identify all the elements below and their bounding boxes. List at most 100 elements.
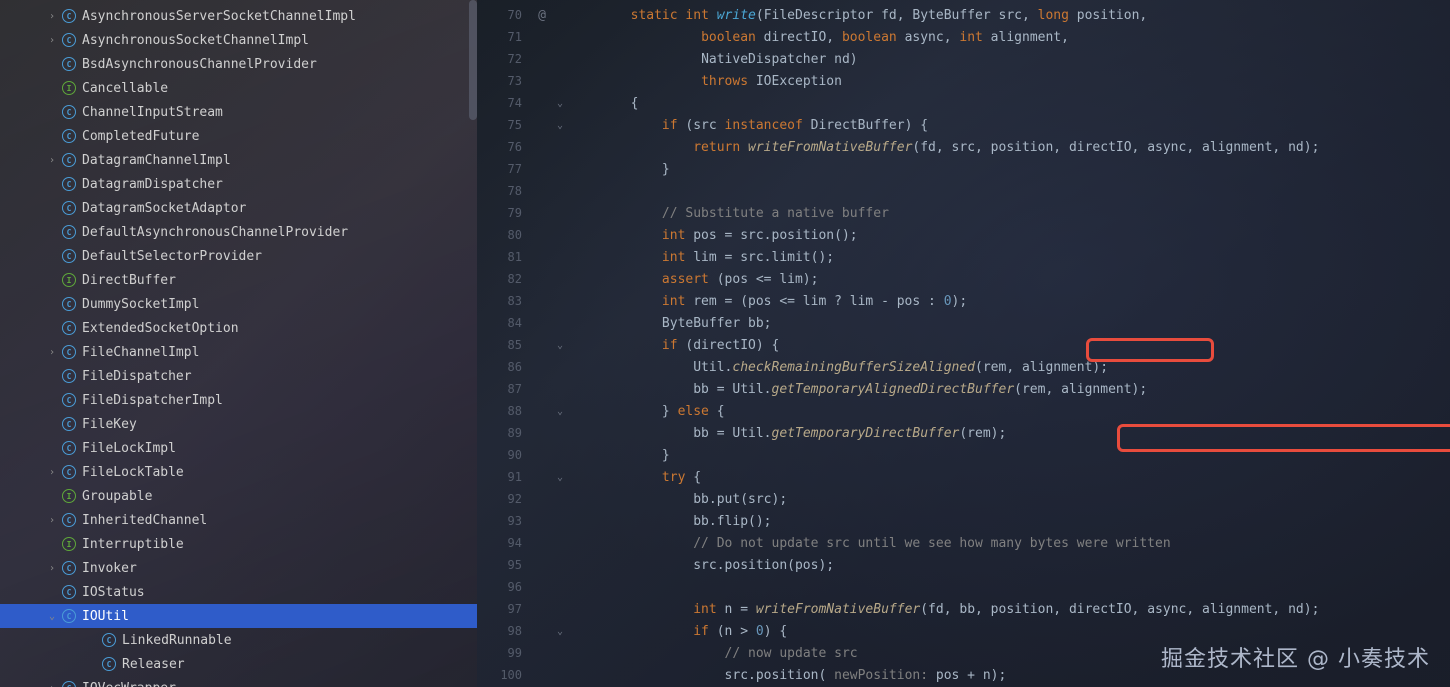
tree-item-AsynchronousSocketChannelImpl[interactable]: ›CAsynchronousSocketChannelImpl [0,28,477,52]
tree-item-Releaser[interactable]: ›CReleaser [0,652,477,676]
code-text[interactable]: bb = Util.getTemporaryAlignedDirectBuffe… [568,382,1450,397]
fold-icon[interactable]: ⌄ [552,406,568,417]
code-line[interactable]: 83 int rem = (pos <= lim ? lim - pos : 0… [477,290,1450,312]
code-line[interactable]: 97 int n = writeFromNativeBuffer(fd, bb,… [477,598,1450,620]
code-line[interactable]: 91⌄ try { [477,466,1450,488]
code-text[interactable]: { [568,96,1450,111]
code-line[interactable]: 94 // Do not update src until we see how… [477,532,1450,554]
code-line[interactable]: 86 Util.checkRemainingBufferSizeAligned(… [477,356,1450,378]
code-line[interactable]: 85⌄ if (directIO) { [477,334,1450,356]
fold-icon[interactable]: ⌄ [552,340,568,351]
chevron-right-icon[interactable]: › [42,515,62,526]
tree-item-AsynchronousServerSocketChannelImpl[interactable]: ›CAsynchronousServerSocketChannelImpl [0,4,477,28]
tree-item-DefaultSelectorProvider[interactable]: ›CDefaultSelectorProvider [0,244,477,268]
code-text[interactable]: // now update src [568,646,1450,661]
code-line[interactable]: 89 bb = Util.getTemporaryDirectBuffer(re… [477,422,1450,444]
code-line[interactable]: 73 throws IOException [477,70,1450,92]
tree-item-Groupable[interactable]: ›IGroupable [0,484,477,508]
code-line[interactable]: 70@ static int write(FileDescriptor fd, … [477,4,1450,26]
tree-item-Cancellable[interactable]: ›ICancellable [0,76,477,100]
code-text[interactable]: if (n > 0) { [568,624,1450,639]
code-line[interactable]: 99 // now update src [477,642,1450,664]
code-text[interactable]: src.position(pos); [568,558,1450,573]
chevron-right-icon[interactable]: › [42,683,62,687]
tree-item-ChannelInputStream[interactable]: ›CChannelInputStream [0,100,477,124]
code-text[interactable]: return writeFromNativeBuffer(fd, src, po… [568,140,1450,155]
tree-item-FileLockImpl[interactable]: ›CFileLockImpl [0,436,477,460]
code-text[interactable]: } [568,162,1450,177]
code-line[interactable]: 77 } [477,158,1450,180]
code-text[interactable]: int pos = src.position(); [568,228,1450,243]
code-text[interactable]: src.position( newPosition: pos + n); [568,668,1450,683]
chevron-right-icon[interactable]: › [42,35,62,46]
fold-icon[interactable]: ⌄ [552,98,568,109]
code-line[interactable]: 96 [477,576,1450,598]
project-tree-sidebar[interactable]: ›CAsynchronousServerSocketChannelImpl›CA… [0,0,477,687]
tree-item-ExtendedSocketOption[interactable]: ›CExtendedSocketOption [0,316,477,340]
tree-item-DummySocketImpl[interactable]: ›CDummySocketImpl [0,292,477,316]
code-text[interactable]: boolean directIO, boolean async, int ali… [568,30,1450,45]
tree-item-IOVecWrapper[interactable]: ›CIOVecWrapper [0,676,477,687]
code-line[interactable]: 100 src.position( newPosition: pos + n); [477,664,1450,686]
code-editor[interactable]: 70@ static int write(FileDescriptor fd, … [477,0,1450,687]
tree-item-Invoker[interactable]: ›CInvoker [0,556,477,580]
tree-item-DatagramChannelImpl[interactable]: ›CDatagramChannelImpl [0,148,477,172]
code-text[interactable]: bb = Util.getTemporaryDirectBuffer(rem); [568,426,1450,441]
chevron-right-icon[interactable]: › [42,347,62,358]
tree-item-IOUtil[interactable]: ⌄CIOUtil [0,604,477,628]
code-line[interactable]: 72 NativeDispatcher nd) [477,48,1450,70]
code-line[interactable]: 93 bb.flip(); [477,510,1450,532]
chevron-right-icon[interactable]: › [42,155,62,166]
tree-item-LinkedRunnable[interactable]: ›CLinkedRunnable [0,628,477,652]
code-line[interactable]: 87 bb = Util.getTemporaryAlignedDirectBu… [477,378,1450,400]
tree-item-DatagramSocketAdaptor[interactable]: ›CDatagramSocketAdaptor [0,196,477,220]
code-text[interactable]: if (directIO) { [568,338,1450,353]
code-line[interactable]: 74⌄ { [477,92,1450,114]
code-text[interactable]: try { [568,470,1450,485]
fold-icon[interactable]: ⌄ [552,472,568,483]
tree-item-InheritedChannel[interactable]: ›CInheritedChannel [0,508,477,532]
chevron-right-icon[interactable]: › [42,467,62,478]
chevron-down-icon[interactable]: ⌄ [42,611,62,622]
code-text[interactable]: assert (pos <= lim); [568,272,1450,287]
code-line[interactable]: 71 boolean directIO, boolean async, int … [477,26,1450,48]
code-line[interactable]: 88⌄ } else { [477,400,1450,422]
code-line[interactable]: 80 int pos = src.position(); [477,224,1450,246]
code-text[interactable]: NativeDispatcher nd) [568,52,1450,67]
code-text[interactable]: // Do not update src until we see how ma… [568,536,1450,551]
code-line[interactable]: 75⌄ if (src instanceof DirectBuffer) { [477,114,1450,136]
code-text[interactable]: int n = writeFromNativeBuffer(fd, bb, po… [568,602,1450,617]
code-text[interactable]: bb.flip(); [568,514,1450,529]
code-text[interactable]: throws IOException [568,74,1450,89]
code-text[interactable]: Util.checkRemainingBufferSizeAligned(rem… [568,360,1450,375]
code-text[interactable]: ByteBuffer bb; [568,316,1450,331]
code-text[interactable]: int rem = (pos <= lim ? lim - pos : 0); [568,294,1450,309]
code-line[interactable]: 98⌄ if (n > 0) { [477,620,1450,642]
tree-item-FileDispatcher[interactable]: ›CFileDispatcher [0,364,477,388]
chevron-right-icon[interactable]: › [42,563,62,574]
tree-item-FileLockTable[interactable]: ›CFileLockTable [0,460,477,484]
code-line[interactable]: 90 } [477,444,1450,466]
tree-item-DirectBuffer[interactable]: ›IDirectBuffer [0,268,477,292]
chevron-right-icon[interactable]: › [42,11,62,22]
tree-item-DefaultAsynchronousChannelProvider[interactable]: ›CDefaultAsynchronousChannelProvider [0,220,477,244]
code-line[interactable]: 76 return writeFromNativeBuffer(fd, src,… [477,136,1450,158]
code-text[interactable]: int lim = src.limit(); [568,250,1450,265]
code-line[interactable]: 95 src.position(pos); [477,554,1450,576]
code-text[interactable]: // Substitute a native buffer [568,206,1450,221]
code-line[interactable]: 84 ByteBuffer bb; [477,312,1450,334]
fold-icon[interactable]: ⌄ [552,626,568,637]
fold-icon[interactable]: ⌄ [552,120,568,131]
tree-item-FileKey[interactable]: ›CFileKey [0,412,477,436]
code-text[interactable]: static int write(FileDescriptor fd, Byte… [568,8,1450,23]
code-text[interactable]: if (src instanceof DirectBuffer) { [568,118,1450,133]
code-line[interactable]: 79 // Substitute a native buffer [477,202,1450,224]
sidebar-scrollbar[interactable] [469,0,477,120]
code-text[interactable]: } else { [568,404,1450,419]
tree-item-Interruptible[interactable]: ›IInterruptible [0,532,477,556]
tree-item-IOStatus[interactable]: ›CIOStatus [0,580,477,604]
tree-item-FileDispatcherImpl[interactable]: ›CFileDispatcherImpl [0,388,477,412]
tree-item-FileChannelImpl[interactable]: ›CFileChannelImpl [0,340,477,364]
tree-item-DatagramDispatcher[interactable]: ›CDatagramDispatcher [0,172,477,196]
code-line[interactable]: 92 bb.put(src); [477,488,1450,510]
